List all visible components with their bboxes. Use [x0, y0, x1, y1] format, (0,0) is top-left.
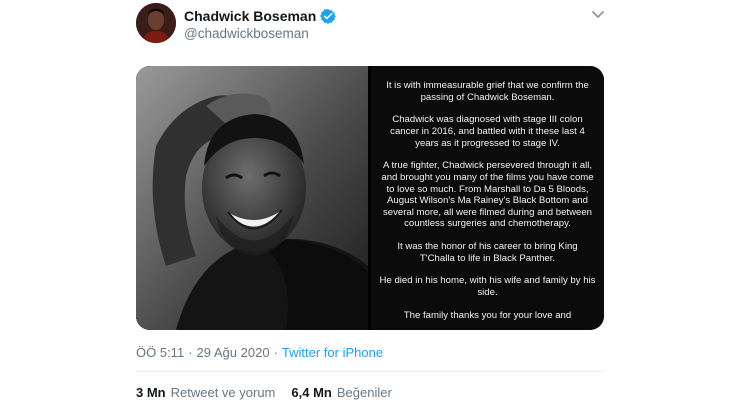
- tweet: Chadwick Boseman @chadwickboseman It is …: [0, 0, 731, 410]
- tweet-timestamp-row: ÖÖ 5:11 · 29 Ağu 2020 · Twitter for iPho…: [136, 345, 383, 360]
- retweets-stat[interactable]: 3 Mn Retweet ve yorum: [136, 385, 275, 400]
- likes-count: 6,4 Mn: [291, 385, 332, 400]
- tweet-source-link[interactable]: Twitter for iPhone: [282, 345, 383, 360]
- statement-paragraph: It was the honor of his career to bring …: [397, 241, 578, 264]
- portrait-photo[interactable]: [136, 66, 368, 330]
- statement-paragraph: The family thanks you for your love and: [403, 309, 572, 321]
- statement-paragraph: It is with immeasurable grief that we co…: [386, 80, 589, 103]
- statement-paragraph: Chadwick was diagnosed with stage III co…: [390, 114, 585, 149]
- display-name[interactable]: Chadwick Boseman: [184, 8, 316, 24]
- avatar[interactable]: [136, 3, 176, 43]
- retweets-count: 3 Mn: [136, 385, 166, 400]
- tweet-media[interactable]: It is with immeasurable grief that we co…: [136, 66, 604, 330]
- statement-paragraph: He died in his home, with his wife and f…: [379, 275, 596, 299]
- engagement-stats: 3 Mn Retweet ve yorum 6,4 Mn Beğeniler: [136, 385, 392, 400]
- chevron-down-icon[interactable]: [590, 8, 606, 22]
- meta-separator: ·: [273, 345, 278, 360]
- statement-image[interactable]: It is with immeasurable grief that we co…: [371, 66, 604, 330]
- user-handle[interactable]: @chadwickboseman: [184, 26, 309, 41]
- verified-badge-icon: [320, 8, 337, 24]
- author-name-row: Chadwick Boseman: [184, 8, 337, 24]
- likes-label: Beğeniler: [336, 385, 392, 400]
- likes-stat[interactable]: 6,4 Mn Beğeniler: [291, 385, 391, 400]
- tweet-time[interactable]: ÖÖ 5:11: [136, 345, 184, 360]
- meta-separator: ·: [188, 345, 193, 360]
- tweet-date[interactable]: 29 Ağu 2020: [197, 345, 270, 360]
- retweets-label: Retweet ve yorum: [170, 385, 276, 400]
- divider: [136, 371, 604, 372]
- statement-paragraph: A true fighter, Chadwick persevered thro…: [381, 160, 594, 230]
